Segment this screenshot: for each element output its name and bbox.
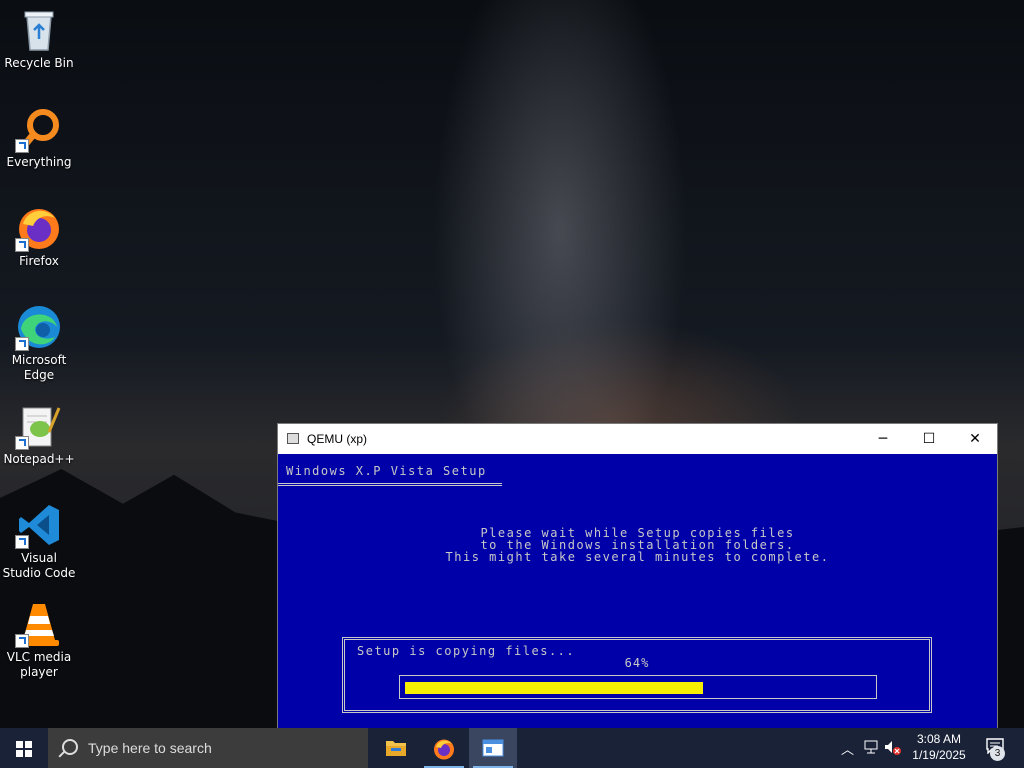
notification-count-badge: 3 <box>990 746 1005 761</box>
desktop-icon-label: Firefox <box>19 254 59 268</box>
setup-title: Windows X.P Vista Setup <box>286 464 487 478</box>
folder-icon <box>386 741 406 756</box>
firefox-icon <box>434 739 454 760</box>
desktop-icon-firefox[interactable]: Firefox <box>2 204 76 269</box>
desktop-icon-visual-studio-code[interactable]: Visual Studio Code <box>2 501 76 581</box>
close-button[interactable]: ✕ <box>952 424 998 454</box>
setup-message-line3: This might take several minutes to compl… <box>445 550 830 564</box>
firefox-icon <box>15 204 63 252</box>
desktop-icon-label: Recycle Bin <box>4 56 74 70</box>
qemu-title-bar[interactable]: QEMU (xp) ─ ☐ ✕ <box>278 424 997 454</box>
qemu-window-icon <box>482 739 504 757</box>
everything-search-icon <box>15 105 63 153</box>
desktop-icon-label: Visual Studio Code <box>2 551 76 580</box>
desktop-icon-notepad-plus-plus[interactable]: Notepad++ <box>2 402 76 467</box>
desktop-icon-everything[interactable]: Everything <box>2 105 76 170</box>
taskbar-file-explorer[interactable] <box>372 728 420 768</box>
setup-title-underline <box>278 483 502 486</box>
taskbar-firefox[interactable] <box>420 728 468 768</box>
taskbar-qemu[interactable] <box>469 728 517 768</box>
vscode-icon <box>15 501 63 549</box>
progress-panel: Setup is copying files... 64% <box>342 637 932 713</box>
shortcut-arrow-icon <box>15 139 29 153</box>
qemu-app-icon <box>287 433 299 444</box>
search-icon <box>62 739 78 755</box>
desktop-icon-microsoft-edge[interactable]: Microsoft Edge <box>2 303 76 383</box>
system-tray: ︿ <box>838 728 902 768</box>
taskbar-search-box[interactable]: Type here to search <box>48 728 368 768</box>
desktop-icon-label: Everything <box>6 155 72 169</box>
progress-percent: 64% <box>624 656 650 670</box>
progress-track <box>399 675 877 699</box>
taskbar: Type here to search ︿ 3:08 AM 1/19/2025 … <box>0 728 1024 768</box>
taskbar-clock[interactable]: 3:08 AM 1/19/2025 <box>902 731 976 763</box>
clock-time: 3:08 AM <box>916 732 962 746</box>
window-title: QEMU (xp) <box>307 432 367 446</box>
search-placeholder: Type here to search <box>88 740 212 756</box>
vlc-cone-icon <box>15 600 63 648</box>
desktop-icon-label: VLC media player <box>6 650 72 679</box>
chevron-up-icon[interactable]: ︿ <box>841 739 854 758</box>
volume-muted-icon[interactable] <box>884 740 902 756</box>
vm-display[interactable]: Windows X.P Vista Setup Please wait whil… <box>278 454 997 728</box>
windows-logo-icon <box>16 741 32 757</box>
shortcut-arrow-icon <box>15 238 29 252</box>
minimize-button[interactable]: ─ <box>860 424 906 454</box>
notepad-plus-plus-icon <box>15 402 63 450</box>
progress-fill <box>405 682 703 694</box>
network-icon[interactable] <box>864 740 880 754</box>
shortcut-arrow-icon <box>15 634 29 648</box>
edge-icon <box>15 303 63 351</box>
qemu-window[interactable]: QEMU (xp) ─ ☐ ✕ Windows X.P Vista Setup … <box>277 423 998 729</box>
action-center-button[interactable]: 3 <box>980 728 1020 768</box>
maximize-button[interactable]: ☐ <box>906 424 952 454</box>
clock-date: 1/19/2025 <box>912 748 966 762</box>
shortcut-arrow-icon <box>15 436 29 450</box>
recycle-bin-icon <box>15 6 63 54</box>
desktop-icon-label: Notepad++ <box>3 452 75 466</box>
start-button[interactable] <box>0 728 48 768</box>
desktop-icon-label: Microsoft Edge <box>11 353 67 382</box>
shortcut-arrow-icon <box>15 337 29 351</box>
desktop-icon-recycle-bin[interactable]: Recycle Bin <box>2 6 76 71</box>
shortcut-arrow-icon <box>15 535 29 549</box>
desktop-icon-vlc[interactable]: VLC media player <box>2 600 76 680</box>
